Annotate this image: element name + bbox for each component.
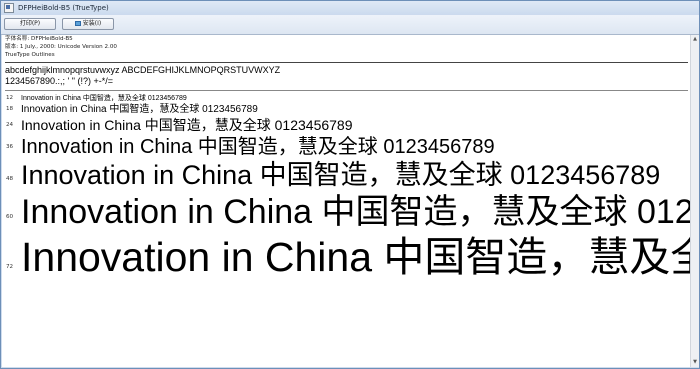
size-label: 72 bbox=[6, 264, 14, 270]
charset-divider bbox=[5, 90, 688, 91]
size-label: 18 bbox=[6, 106, 14, 112]
font-file-icon bbox=[4, 3, 14, 13]
sample-text: Innovation in China 中国智造，慧及全球 0123456789 bbox=[21, 234, 690, 280]
font-preview-pane: 字体名称: DFPHeiBold-B5 版本: 1 July., 2000: U… bbox=[2, 35, 690, 367]
sample-row-24: 24 Innovation in China 中国智造，慧及全球 0123456… bbox=[2, 116, 690, 134]
font-name-line: 字体名称: DFPHeiBold-B5 bbox=[5, 36, 73, 42]
size-label: 36 bbox=[6, 144, 14, 150]
font-viewer-window: DFPHeiBold-B5 (TrueType) 打印(P) 安装(I) 字体名… bbox=[0, 0, 700, 369]
charset-lowercase-uppercase: abcdefghijklmnopqrstuvwxyz ABCDEFGHIJKLM… bbox=[5, 65, 281, 75]
font-type-line: TrueType Outlines bbox=[5, 52, 55, 58]
install-shield-icon bbox=[74, 21, 81, 26]
sample-row-18: 18 Innovation in China 中国智造，慧及全球 0123456… bbox=[2, 103, 690, 116]
sample-text: Innovation in China 中国智造，慧及全球 0123456789 bbox=[21, 104, 258, 115]
sample-text: Innovation in China 中国智造，慧及全球 0123456789 bbox=[21, 160, 661, 190]
size-label: 48 bbox=[6, 176, 14, 182]
charset-digits-symbols: 1234567890.:,; ' " (!?) +-*/= bbox=[5, 76, 113, 86]
toolbar: 打印(P) 安装(I) bbox=[1, 15, 699, 35]
sample-row-12: 12 Innovation in China 中国智造，慧及全球 0123456… bbox=[2, 94, 690, 103]
sample-text: Innovation in China 中国智造，慧及全球 0123456789 bbox=[21, 95, 187, 102]
install-button[interactable]: 安装(I) bbox=[62, 18, 114, 30]
print-button[interactable]: 打印(P) bbox=[4, 18, 56, 30]
print-button-label: 打印(P) bbox=[19, 20, 41, 27]
size-label: 60 bbox=[6, 214, 14, 220]
size-label: 12 bbox=[6, 95, 14, 101]
font-version-line: 版本: 1 July., 2000: Unicode Version 2.00 bbox=[5, 44, 117, 50]
scroll-up-arrow-icon[interactable]: ▲ bbox=[692, 36, 698, 43]
sample-row-60: 60 Innovation in China 中国智造，慧及全球 0123456… bbox=[2, 192, 690, 232]
install-button-label: 安装(I) bbox=[82, 20, 102, 27]
sample-text: Innovation in China 中国智造，慧及全球 0123456789 bbox=[21, 117, 353, 133]
sample-text: Innovation in China 中国智造，慧及全球 0123456789 bbox=[21, 136, 495, 158]
info-divider bbox=[5, 62, 688, 63]
sample-row-72: 72 Innovation in China 中国智造，慧及全球 0123456… bbox=[2, 232, 690, 282]
window-title: DFPHeiBold-B5 (TrueType) bbox=[18, 4, 109, 12]
vertical-scrollbar[interactable]: ▲ ▼ bbox=[690, 35, 699, 367]
size-label: 24 bbox=[6, 122, 14, 128]
sample-text: Innovation in China 中国智造，慧及全球 0123456789 bbox=[21, 193, 690, 231]
sample-row-36: 36 Innovation in China 中国智造，慧及全球 0123456… bbox=[2, 134, 690, 160]
sample-row-48: 48 Innovation in China 中国智造，慧及全球 0123456… bbox=[2, 160, 690, 190]
scroll-down-arrow-icon[interactable]: ▼ bbox=[692, 359, 698, 366]
title-bar: DFPHeiBold-B5 (TrueType) bbox=[1, 1, 699, 15]
